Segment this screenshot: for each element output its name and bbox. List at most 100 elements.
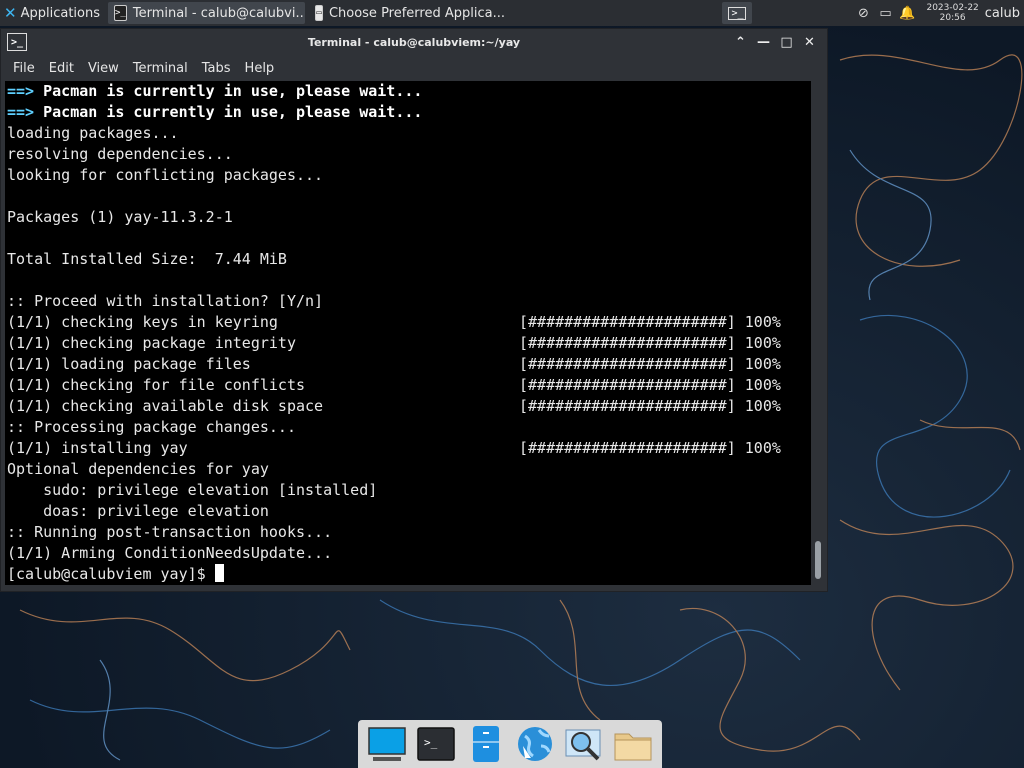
- menu-terminal[interactable]: Terminal: [133, 61, 188, 76]
- progress-bar-text: [######################] 100%: [519, 439, 781, 457]
- terminal-line: Packages (1) yay-11.3.2-1: [7, 207, 811, 228]
- window-title: Terminal - calub@calubviem:~/yay: [307, 35, 521, 49]
- progress-bar-text: [######################] 100%: [519, 355, 781, 373]
- window-titlebar[interactable]: >_ Terminal - calub@calubviem:~/yay ⌃ — …: [1, 29, 827, 55]
- progress-bar-text: [######################] 100%: [519, 313, 781, 331]
- menubar: File Edit View Terminal Tabs Help: [1, 55, 827, 81]
- applications-label: Applications: [20, 5, 100, 21]
- text-cursor: [214, 564, 224, 582]
- terminal-line-text: :: Proceed with installation? [Y/n]: [7, 292, 324, 310]
- svg-text:>_: >_: [424, 736, 438, 749]
- prompt-arrow: ==>: [7, 103, 35, 121]
- clock-date: 2023-02-22: [926, 3, 979, 13]
- terminal-line: loading packages...: [7, 123, 811, 144]
- folder-icon: [614, 733, 652, 761]
- terminal-line-text: (1/1) checking for file conflicts: [7, 376, 306, 394]
- user-menu[interactable]: calub: [985, 6, 1020, 21]
- terminal-line-text: :: Processing package changes...: [7, 418, 296, 436]
- terminal-icon: >_: [417, 727, 455, 761]
- terminal-line: ==> Pacman is currently in use, please w…: [7, 81, 811, 102]
- terminal-line-text: doas: privilege elevation: [7, 502, 269, 520]
- terminal-line-text: Pacman is currently in use, please wait.…: [34, 82, 423, 100]
- terminal-line-text: (1/1) loading package files: [7, 355, 251, 373]
- scrollbar-thumb[interactable]: [815, 541, 821, 579]
- terminal-line-text: sudo: privilege elevation [installed]: [7, 481, 378, 499]
- xfce-logo-icon: ✕: [4, 4, 17, 22]
- menu-file[interactable]: File: [13, 61, 35, 76]
- notification-bell-icon[interactable]: 🔔: [896, 6, 918, 21]
- system-tray: >_ ⊘ ▭ 🔔 2023-02-22 20:56 calub: [722, 0, 1024, 26]
- dock-terminal[interactable]: >_: [415, 723, 457, 765]
- terminal-scrollbar[interactable]: [813, 81, 823, 585]
- taskbar-item-preferred-apps[interactable]: ▭ Choose Preferred Applica...: [309, 2, 511, 24]
- terminal-line: (1/1) Arming ConditionNeedsUpdate...: [7, 543, 811, 564]
- desktop-icon: [367, 727, 406, 761]
- maximize-button[interactable]: □: [775, 35, 798, 50]
- close-button[interactable]: ✕: [798, 35, 821, 50]
- dock-app-finder[interactable]: [563, 723, 605, 765]
- prompt-line[interactable]: [calub@calubviem yay]$: [7, 564, 811, 585]
- menu-help[interactable]: Help: [245, 61, 275, 76]
- dock-show-desktop[interactable]: [366, 723, 408, 765]
- terminal-line: (1/1) loading package files [############…: [7, 354, 811, 375]
- menu-view[interactable]: View: [88, 61, 119, 76]
- terminal-line: (1/1) checking keys in keyring [#########…: [7, 312, 811, 333]
- battery-icon[interactable]: ▭: [874, 6, 896, 21]
- terminal-icon: >_: [114, 5, 127, 21]
- terminal-window: >_ Terminal - calub@calubviem:~/yay ⌃ — …: [0, 28, 828, 592]
- progress-bar-text: [######################] 100%: [519, 397, 781, 415]
- cabinet-icon: [473, 726, 500, 762]
- taskbar-item-terminal[interactable]: >_ Terminal - calub@calubvi...: [108, 2, 305, 24]
- applications-menu[interactable]: ✕ Applications: [0, 0, 104, 26]
- terminal-line-text: :: Running post-transaction hooks...: [7, 523, 333, 541]
- terminal-line: (1/1) checking package integrity [#######…: [7, 333, 811, 354]
- prompt-arrow: ==>: [7, 82, 35, 100]
- terminal-line: ==> Pacman is currently in use, please w…: [7, 102, 811, 123]
- terminal-line: looking for conflicting packages...: [7, 165, 811, 186]
- taskbar-item-label: Terminal - calub@calubvi...: [132, 5, 305, 21]
- terminal-line: (1/1) installing yay [###################…: [7, 438, 811, 459]
- minimize-button[interactable]: —: [752, 35, 775, 50]
- terminal-line: Optional dependencies for yay: [7, 459, 811, 480]
- mic-muted-icon[interactable]: ⊘: [852, 6, 874, 21]
- menu-edit[interactable]: Edit: [49, 61, 74, 76]
- top-panel: ✕ Applications >_ Terminal - calub@calub…: [0, 0, 1024, 26]
- terminal-line-text: (1/1) checking package integrity: [7, 334, 296, 352]
- workspace-terminal-icon[interactable]: >_: [722, 2, 753, 24]
- menu-tabs[interactable]: Tabs: [202, 61, 231, 76]
- terminal-line-text: (1/1) Arming ConditionNeedsUpdate...: [7, 544, 333, 562]
- dock-file-manager-tray[interactable]: [464, 723, 506, 765]
- terminal-line: sudo: privilege elevation [installed]: [7, 480, 811, 501]
- globe-icon: [517, 727, 552, 761]
- dock: >_: [358, 720, 662, 768]
- terminal-line: (1/1) checking available disk space [####…: [7, 396, 811, 417]
- dock-files[interactable]: [612, 723, 654, 765]
- terminal-line-text: resolving dependencies...: [7, 145, 233, 163]
- clock[interactable]: 2023-02-22 20:56: [926, 3, 978, 23]
- terminal-line-text: Pacman is currently in use, please wait.…: [34, 103, 423, 121]
- shell-prompt: [calub@calubviem yay]$: [7, 565, 215, 583]
- terminal-line-text: (1/1) checking available disk space: [7, 397, 324, 415]
- terminal-line-text: Total Installed Size: 7.44 MiB: [7, 250, 287, 268]
- progress-bar-text: [######################] 100%: [519, 334, 781, 352]
- terminal-line-text: Packages (1) yay-11.3.2-1: [7, 208, 233, 226]
- terminal-line: Total Installed Size: 7.44 MiB: [7, 249, 811, 270]
- taskbar-item-label: Choose Preferred Applica...: [328, 5, 505, 21]
- terminal-line-text: (1/1) installing yay: [7, 439, 188, 457]
- terminal-line-text: loading packages...: [7, 124, 179, 142]
- terminal-line: :: Proceed with installation? [Y/n]: [7, 291, 811, 312]
- magnifier-icon: [565, 729, 601, 761]
- terminal-line: :: Processing package changes...: [7, 417, 811, 438]
- dock-web-browser[interactable]: [514, 723, 556, 765]
- terminal-line: resolving dependencies...: [7, 144, 811, 165]
- terminal-line-text: looking for conflicting packages...: [7, 166, 324, 184]
- shade-button[interactable]: ⌃: [729, 35, 752, 50]
- terminal-line-text: (1/1) checking keys in keyring: [7, 313, 278, 331]
- terminal-line: :: Running post-transaction hooks...: [7, 522, 811, 543]
- terminal-output[interactable]: ==> Pacman is currently in use, please w…: [5, 81, 811, 585]
- terminal-line-text: Optional dependencies for yay: [7, 460, 269, 478]
- terminal-icon[interactable]: >_: [7, 33, 27, 51]
